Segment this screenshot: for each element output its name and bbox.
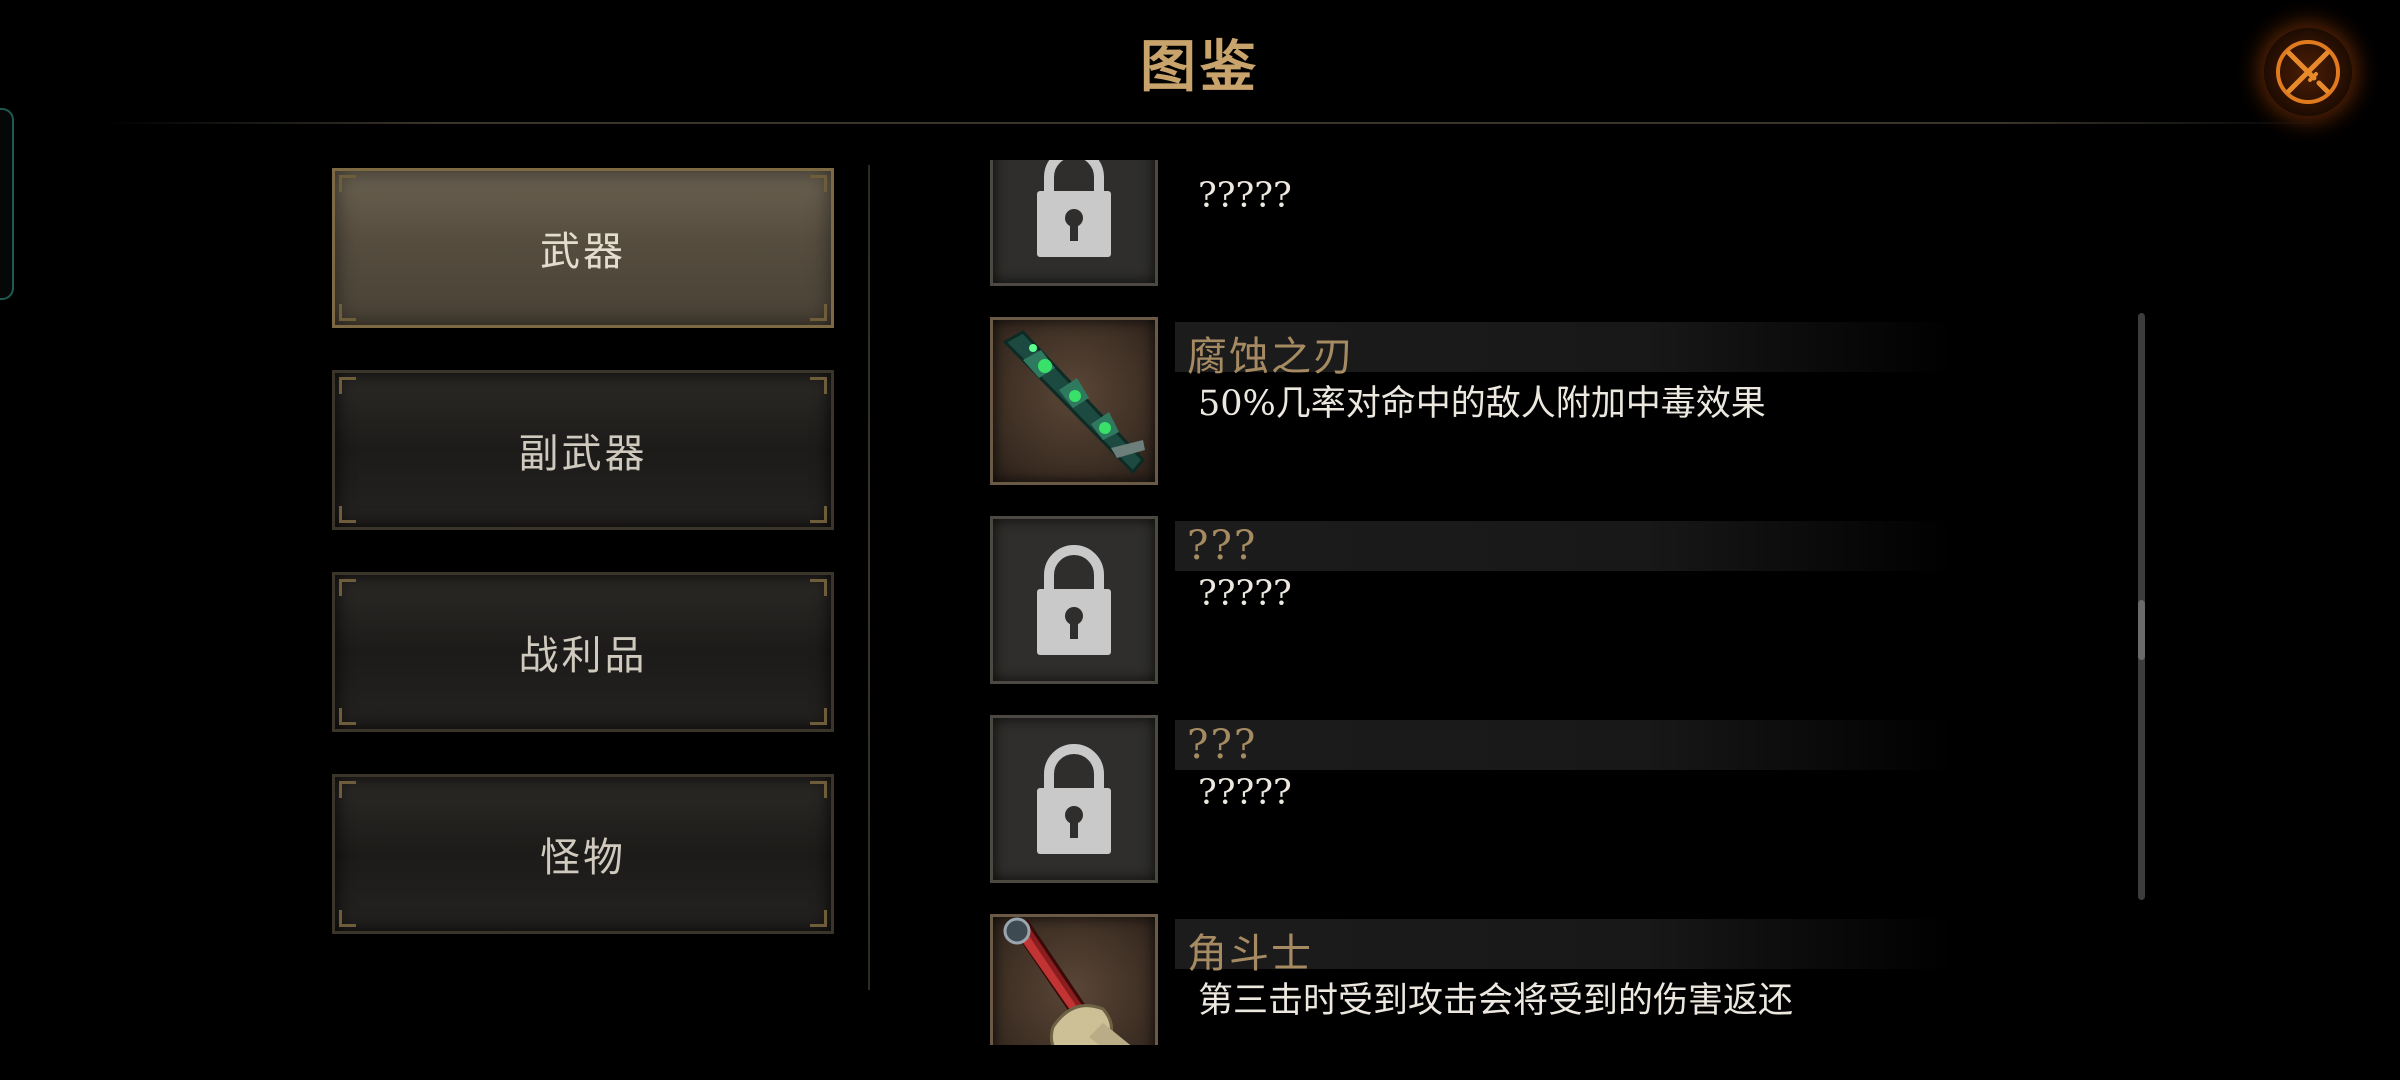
frame-corner [810,304,827,321]
item-name: ??? [1187,523,1258,569]
category-nav: 武器 副武器 战利品 怪物 [332,168,834,976]
frame-corner [339,781,356,798]
item-description: 50%几率对命中的敌人附加中毒效果 [1198,384,1766,424]
list-item[interactable]: 腐蚀之刃 50%几率对命中的敌人附加中毒效果 [985,317,2125,516]
frame-corner [810,708,827,725]
item-name: ??? [1187,722,1258,768]
codex-screen: 图鉴 武器 副武器 战利品 怪物 ????? 腐蚀之刃 50%几率对命中的敌人附… [0,0,2400,1080]
lock-icon [1037,545,1111,655]
item-description: ????? [1198,176,1292,216]
frame-corner [810,579,827,596]
frame-corner [339,175,356,192]
close-crossed-swords-icon [2276,40,2340,104]
frame-corner [339,910,356,927]
list-item[interactable]: ??? ????? [985,516,2125,715]
item-description: ????? [1198,574,1292,614]
category-button-loot[interactable]: 战利品 [332,572,834,732]
category-label: 武器 [540,229,626,275]
poison-blade-icon [1002,330,1146,475]
close-button[interactable] [2264,28,2352,116]
item-name-band: 腐蚀之刃 [1175,322,1955,380]
item-name: 腐蚀之刃 [1187,334,1355,380]
list-item[interactable]: ????? [985,160,2125,317]
item-name-band: ??? [1175,521,1955,571]
item-thumbnail [990,317,1158,485]
item-name: 角斗士 [1187,931,1313,977]
frame-corner [810,175,827,192]
frame-corner [810,506,827,523]
frame-corner [339,506,356,523]
item-name-band: 角斗士 [1175,919,1955,977]
category-button-secondary-weapons[interactable]: 副武器 [332,370,834,530]
header-divider [105,122,2335,124]
list-item[interactable]: 角斗士 第三击时受到攻击会将受到的伤害返还 [985,914,2125,1045]
item-name-band: ??? [1175,720,1955,770]
item-thumbnail [990,160,1158,286]
page-title: 图鉴 [1140,34,1260,100]
scrollbar[interactable] [2138,313,2145,900]
item-description: ????? [1198,773,1292,813]
frame-corner [339,377,356,394]
frame-corner [810,910,827,927]
frame-corner [339,708,356,725]
scrollbar-thumb[interactable] [2138,600,2145,660]
category-button-monsters[interactable]: 怪物 [332,774,834,934]
lock-icon [1037,160,1111,257]
item-list[interactable]: ????? 腐蚀之刃 50%几率对命中的敌人附加中毒效果 ??? ????? ?… [985,160,2125,1045]
category-label: 战利品 [518,633,648,679]
side-drawer-handle[interactable] [0,108,14,300]
item-description: 第三击时受到攻击会将受到的伤害返还 [1198,981,1794,1021]
category-button-weapons[interactable]: 武器 [332,168,834,328]
item-thumbnail [990,516,1158,684]
lock-icon [1037,744,1111,854]
item-thumbnail [990,914,1158,1045]
item-thumbnail [990,715,1158,883]
gladiator-sword-icon [1003,917,1131,1045]
frame-corner [339,304,356,321]
frame-corner [810,377,827,394]
list-item[interactable]: ??? ????? [985,715,2125,914]
category-label: 怪物 [540,835,626,881]
panel-divider [868,165,870,990]
category-label: 副武器 [518,431,648,477]
frame-corner [339,579,356,596]
frame-corner [810,781,827,798]
